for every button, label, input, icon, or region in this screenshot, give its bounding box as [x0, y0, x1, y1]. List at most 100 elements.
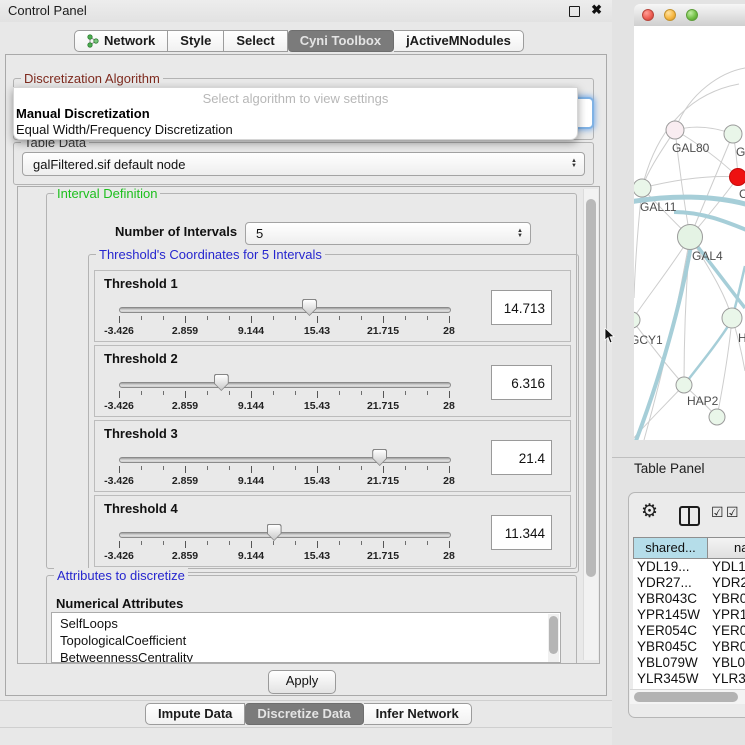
tab-network[interactable]: Network — [74, 30, 168, 52]
attribute-item[interactable]: TopologicalCoefficient — [60, 632, 560, 649]
network-node-hap2[interactable] — [676, 377, 692, 393]
cell-shared-name[interactable]: YBR043C — [633, 591, 708, 607]
slider-tick-labels: -3.4262.8599.14415.4321.71528 — [95, 325, 475, 337]
minimize-traffic-light-icon[interactable] — [664, 9, 676, 21]
bottom-tab-bar: Impute Data Discretize Data Infer Network — [145, 703, 472, 725]
slider-ticks — [95, 541, 475, 549]
tab-select[interactable]: Select — [224, 30, 287, 52]
table-horizontal-scrollbar[interactable] — [630, 689, 745, 704]
combo-stepper-icon[interactable]: ▲▼ — [517, 229, 523, 239]
network-canvas[interactable]: GAL80 G GAL11 C GAL4 GCY1 H HAP2 — [634, 26, 745, 440]
cell-name[interactable]: YBR0 — [708, 591, 745, 607]
attribute-item[interactable]: BetweennessCentrality — [60, 649, 560, 663]
table-row[interactable]: YER054CYER0 — [633, 623, 745, 639]
cell-name[interactable]: YDR2 — [708, 575, 745, 591]
threshold-slider[interactable]: -3.4262.8599.14415.4321.71528 — [95, 496, 475, 568]
algorithm-hint-item[interactable]: Select algorithm to view settings — [14, 91, 577, 106]
network-node-gal11[interactable] — [634, 179, 651, 197]
network-node-g[interactable] — [724, 125, 742, 143]
combo-stepper-icon[interactable]: ▲▼ — [571, 159, 577, 169]
cell-name[interactable]: YDL1 — [708, 559, 745, 575]
cell-name[interactable]: YER0 — [708, 623, 745, 639]
table-row[interactable]: YDL19...YDL1 — [633, 559, 745, 575]
apply-button[interactable]: Apply — [268, 670, 336, 694]
network-node-gcy1[interactable] — [634, 312, 640, 328]
tab-label: Style — [180, 31, 211, 51]
table-row[interactable]: YPR145WYPR1 — [633, 607, 745, 623]
tab-cyni-toolbox[interactable]: Cyni Toolbox — [288, 30, 394, 52]
table-row[interactable]: YLR345WYLR3 — [633, 671, 745, 687]
cell-shared-name[interactable]: YDR27... — [633, 575, 708, 591]
algorithm-option-equal-width[interactable]: Equal Width/Frequency Discretization — [16, 122, 233, 137]
network-node-bottom[interactable] — [709, 409, 725, 425]
cell-shared-name[interactable]: YLR345W — [633, 671, 708, 687]
table-row[interactable]: YBL079WYBL0 — [633, 655, 745, 671]
slider-track[interactable] — [119, 382, 451, 388]
float-window-icon[interactable] — [569, 6, 580, 17]
slider-tick-labels: -3.4262.8599.14415.4321.71528 — [95, 475, 475, 487]
column-header-shared-name[interactable]: shared... — [633, 537, 708, 559]
slider-track[interactable] — [119, 532, 451, 538]
numerical-attributes-list[interactable]: SelfLoopsTopologicalCoefficientBetweenne… — [51, 612, 561, 663]
list-scrollbar[interactable] — [548, 614, 559, 662]
interval-definition-title: Interval Definition — [54, 186, 160, 201]
network-node-selected[interactable] — [730, 169, 745, 186]
table-row[interactable]: YBR043CYBR0 — [633, 591, 745, 607]
slider-track[interactable] — [119, 307, 451, 313]
threshold-value-field[interactable]: 6.316 — [491, 365, 552, 400]
threshold-value-field[interactable]: 21.4 — [491, 440, 552, 475]
cell-shared-name[interactable]: YBR045C — [633, 639, 708, 655]
gear-icon[interactable]: ⚙ — [641, 502, 658, 521]
table-panel-title: Table Panel — [634, 461, 705, 476]
table-header: shared... na — [633, 537, 745, 559]
threshold-panel: Threshold 1 -3.4262.8599.14415.4321.7152… — [94, 270, 571, 342]
slider-thumb[interactable] — [372, 449, 387, 466]
cell-shared-name[interactable]: YPR145W — [633, 607, 708, 623]
table-row[interactable]: YDR27...YDR2 — [633, 575, 745, 591]
tab-impute-data[interactable]: Impute Data — [145, 703, 245, 725]
table-data-combo[interactable]: galFiltered.sif default node ▲▼ — [22, 152, 585, 176]
network-node-gal4[interactable] — [678, 225, 703, 250]
tab-label: Network — [104, 31, 155, 51]
network-node-h[interactable] — [722, 308, 742, 328]
network-window-titlebar[interactable] — [634, 4, 745, 27]
threshold-value-field[interactable]: 11.344 — [491, 515, 552, 550]
algorithm-option-manual[interactable]: Manual Discretization — [16, 106, 150, 121]
tab-label: Discretize Data — [257, 704, 350, 724]
slider-thumb[interactable] — [267, 524, 282, 541]
threshold-slider[interactable]: -3.4262.8599.14415.4321.71528 — [95, 346, 475, 418]
slider-thumb[interactable] — [302, 299, 317, 316]
threshold-value-field[interactable]: 14.713 — [491, 290, 552, 325]
slider-thumb[interactable] — [214, 374, 229, 391]
close-icon[interactable]: ✖ — [591, 2, 602, 18]
cell-shared-name[interactable]: YBL079W — [633, 655, 708, 671]
column-layout-icon[interactable] — [679, 506, 700, 526]
numerical-attributes-label: Numerical Attributes — [56, 596, 183, 611]
table-row[interactable]: YBR045CYBR0 — [633, 639, 745, 655]
tab-discretize-data[interactable]: Discretize Data — [245, 703, 363, 725]
threshold-slider[interactable]: -3.4262.8599.14415.4321.71528 — [95, 271, 475, 343]
cell-shared-name[interactable]: YER054C — [633, 623, 708, 639]
number-of-intervals-combo[interactable]: 5 ▲▼ — [245, 222, 531, 245]
tab-jactivemnodules[interactable]: jActiveMNodules — [394, 30, 524, 52]
cell-name[interactable]: YLR3 — [708, 671, 745, 687]
settings-vertical-scrollbar[interactable] — [583, 189, 598, 660]
slider-ticks — [95, 391, 475, 399]
network-node-gal80[interactable] — [666, 121, 684, 139]
slider-ticks — [95, 466, 475, 474]
cell-shared-name[interactable]: YDL19... — [633, 559, 708, 575]
slider-track[interactable] — [119, 457, 451, 463]
threshold-panel: Threshold 4 -3.4262.8599.14415.4321.7152… — [94, 495, 571, 567]
tab-style[interactable]: Style — [168, 30, 224, 52]
cell-name[interactable]: YBR0 — [708, 639, 745, 655]
cell-name[interactable]: YPR1 — [708, 607, 745, 623]
cell-name[interactable]: YBL0 — [708, 655, 745, 671]
checkbox-icon[interactable]: ☑ — [711, 504, 724, 521]
zoom-traffic-light-icon[interactable] — [686, 9, 698, 21]
tab-infer-network[interactable]: Infer Network — [364, 703, 472, 725]
threshold-slider[interactable]: -3.4262.8599.14415.4321.71528 — [95, 421, 475, 493]
checkbox-icon[interactable]: ☑ — [726, 504, 739, 521]
close-traffic-light-icon[interactable] — [642, 9, 654, 21]
attribute-item[interactable]: SelfLoops — [60, 615, 560, 632]
column-header-name[interactable]: na — [708, 537, 745, 559]
